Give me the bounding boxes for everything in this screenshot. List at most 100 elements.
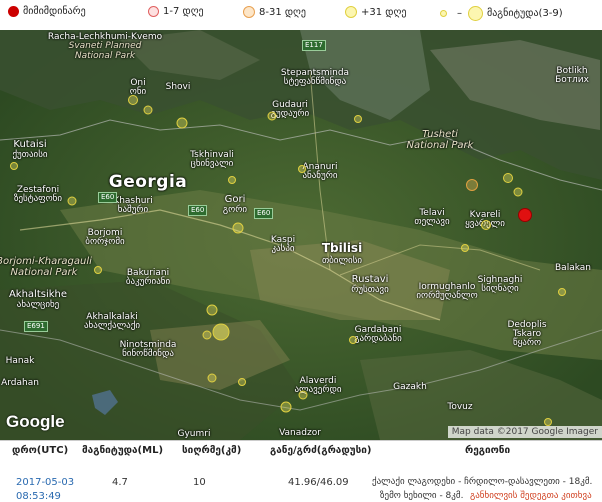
map-label-gazakh: Gazakh	[393, 382, 427, 392]
legend-31plus-days: +31 დღე	[345, 6, 406, 18]
row-time[interactable]: 08:53:49	[16, 491, 61, 502]
col-header-coordinates: განე/გრძ(გრადუსი)	[270, 445, 372, 456]
circle-icon	[345, 6, 357, 18]
road-shield-e60: E60	[188, 205, 208, 216]
circle-icon	[243, 6, 255, 18]
map-label-tskhinvali-ka: ცხინვალი	[190, 159, 234, 169]
map-label-stepantsminda-ka: სტეფანწმინდა	[283, 77, 347, 87]
earthquake-marker[interactable]	[176, 117, 188, 129]
map-label-telavi-ka: თელავი	[414, 217, 450, 227]
map-label-tusheti-park: National Park	[406, 140, 474, 151]
earthquake-marker[interactable]	[67, 196, 77, 206]
earthquake-marker[interactable]	[280, 401, 292, 413]
map-attribution[interactable]: Map data ©2017 Google Imager	[447, 426, 602, 438]
legend-label: 8-31 დღე	[259, 6, 306, 18]
map-legend: მიმიმდინარე 1-7 დღე 8-31 დღე +31 დღე – მ…	[0, 0, 602, 31]
map-label-gudauri-ka: გუდაური	[270, 109, 310, 119]
earthquake-marker[interactable]	[228, 176, 236, 184]
satellite-map[interactable]: Racha-Lechkhumi-Kvemo Svaneti Planned Na…	[0, 30, 602, 440]
row-region-line1: ქალაქი ლაგოდეხი - ჩრდილო-დასავლეთი - 18კ…	[372, 477, 593, 487]
earthquake-marker[interactable]	[128, 95, 138, 105]
earthquake-marker[interactable]	[503, 173, 513, 183]
map-label-tbilisi: Tbilisi	[321, 241, 363, 255]
legend-1-7-days: 1-7 დღე	[148, 6, 204, 17]
earthquake-marker[interactable]	[238, 378, 246, 386]
earthquake-marker[interactable]	[298, 390, 308, 400]
google-logo: Google	[6, 412, 65, 431]
earthquake-marker[interactable]	[461, 244, 469, 252]
legend-dash: –	[457, 8, 462, 19]
earthquake-marker[interactable]	[513, 187, 523, 197]
map-label-gardabani-ka: გარდაბანი	[354, 334, 402, 344]
earthquake-marker[interactable]	[466, 179, 478, 191]
map-label-zestafoni-ka: ზესტაფონი	[13, 194, 63, 204]
map-label-vanadzor: Vanadzor	[279, 428, 321, 438]
map-label-ninotsminda-ka: ნინოწმინდა	[122, 349, 174, 359]
road-shield-e691: E691	[24, 321, 48, 332]
map-label-akhaltsikhe: Akhaltsikhe	[8, 289, 68, 300]
earthquake-marker[interactable]	[298, 165, 306, 173]
large-circle-icon	[468, 6, 483, 21]
row-magnitude: 4.7	[112, 477, 128, 488]
map-label-botlikh-ru: Ботлих	[555, 75, 589, 85]
map-label-gori-ka: გორი	[222, 205, 248, 215]
map-label-ananuri-ka: ანანური	[302, 171, 338, 181]
legend-8-31-days: 8-31 დღე	[243, 6, 306, 18]
map-label-khashuri-ka: ხაშური	[117, 205, 149, 215]
map-label-shovi: Shovi	[165, 82, 191, 92]
col-header-magnitude: მაგნიტუდა(ML)	[82, 445, 164, 456]
map-label-akhaltsikhe-ka: ახალციხე	[16, 300, 60, 310]
earthquake-marker[interactable]	[354, 115, 362, 123]
legend-label: 1-7 დღე	[163, 6, 204, 17]
row-date[interactable]: 2017-05-03	[16, 477, 74, 488]
legend-current: მიმიმდინარე	[8, 6, 86, 17]
map-label-balakan: Balakan	[555, 263, 591, 273]
map-label-gyumri: Gyumri	[177, 429, 211, 439]
map-label-tovuz: Tovuz	[447, 402, 473, 412]
road-shield-e117: E117	[302, 40, 326, 51]
map-label-bakuriani-ka: ბაკურიანი	[125, 277, 171, 287]
current-earthquake-marker[interactable]	[518, 208, 532, 222]
earthquake-marker[interactable]	[143, 105, 153, 115]
map-label-hanak: Hanak	[5, 356, 35, 366]
map-label-tusheti: Tusheti	[422, 129, 458, 140]
map-label-ardahan: Ardahan	[1, 378, 39, 388]
map-label-kutaisi: Kutaisi	[13, 139, 47, 150]
earthquake-marker[interactable]	[207, 373, 217, 383]
map-label-tbilisi-ka: თბილისი	[321, 256, 363, 266]
earthquake-marker[interactable]	[206, 304, 218, 316]
road-shield-e60: E60	[98, 192, 118, 203]
col-header-time: დრო(UTC)	[12, 445, 69, 456]
map-label-rustavi: Rustavi	[351, 274, 389, 285]
legend-label: მაგნიტუდა(3-9)	[487, 8, 563, 19]
map-label-gori: Gori	[224, 194, 246, 205]
earthquake-marker[interactable]	[212, 323, 230, 341]
map-label-svaneti: Svaneti Planned	[68, 41, 142, 51]
current-quake-icon	[8, 6, 19, 17]
row-coordinates: 41.96/46.09	[288, 477, 349, 488]
earthquake-marker[interactable]	[202, 330, 212, 340]
map-label-rustavi-ka: რუსთავი	[351, 285, 389, 295]
earthquake-marker[interactable]	[267, 111, 277, 121]
earthquake-marker[interactable]	[94, 266, 102, 274]
map-label-svaneti-park: National Park	[74, 51, 136, 61]
map-label-sighnaghi-ka: სიღნაღი	[481, 284, 519, 294]
earthquake-marker[interactable]	[544, 418, 552, 426]
map-label-akhalkalaki-ka: ახალქალაქი	[83, 321, 141, 331]
earthquake-marker[interactable]	[349, 336, 357, 344]
small-circle-icon	[440, 10, 447, 17]
legend-magnitude-scale: – მაგნიტუდა(3-9)	[440, 6, 563, 21]
circle-icon	[148, 6, 159, 17]
earthquake-table: დრო(UTC) მაგნიტუდა(ML) სიღრმე(კმ) განე/გ…	[0, 440, 602, 502]
legend-label: მიმიმდინარე	[23, 6, 86, 17]
row-depth: 10	[193, 477, 206, 488]
earthquake-marker[interactable]	[558, 288, 566, 296]
legend-label: +31 დღე	[361, 6, 407, 18]
col-header-depth: სიღრმე(კმ)	[182, 445, 242, 456]
earthquake-marker[interactable]	[10, 162, 18, 170]
earthquake-marker[interactable]	[481, 220, 491, 230]
road-shield-e60: E60	[254, 208, 274, 219]
earthquake-marker[interactable]	[232, 222, 244, 234]
map-label-borjomi-park: Borjomi-Kharagauli	[0, 256, 92, 267]
map-label-country: Georgia	[108, 172, 188, 192]
